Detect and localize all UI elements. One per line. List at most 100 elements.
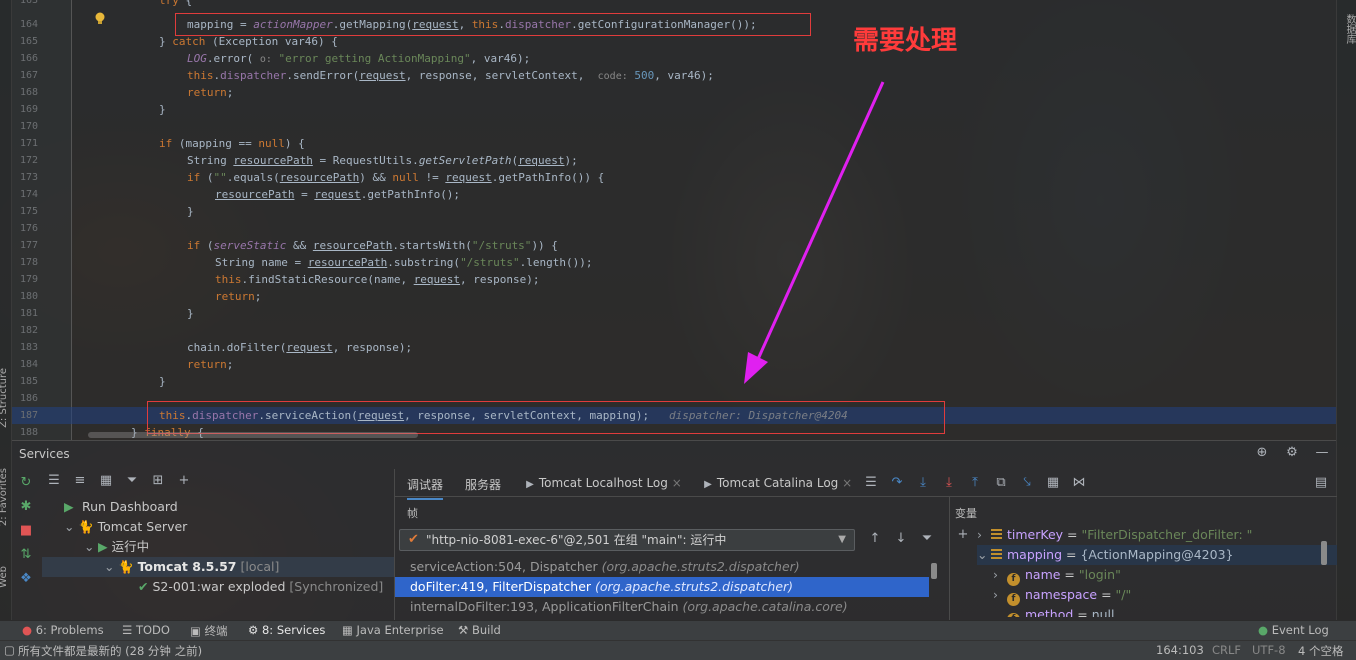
code-line[interactable]: 181}	[12, 305, 1336, 322]
favorites-tab[interactable]: 2: Favorites	[0, 468, 9, 526]
terminal-tab[interactable]: ▣ 终端	[190, 623, 228, 639]
code-line[interactable]: 167 this.dispatcher.sendError(request, re…	[12, 67, 1336, 84]
gear-icon[interactable]: ⚙	[1284, 445, 1300, 461]
step-into-icon[interactable]: ⤓	[915, 475, 931, 491]
status-icon[interactable]: ▢	[4, 643, 15, 657]
editor-horizontal-scrollbar[interactable]	[88, 432, 418, 438]
add-icon[interactable]: +	[955, 527, 971, 543]
chevron-right-icon[interactable]: ›	[993, 585, 1007, 605]
problems-tab[interactable]: ● 6: Problems	[22, 623, 104, 637]
services-tab[interactable]: ⚙ 8: Services	[248, 623, 325, 637]
filter-icon[interactable]: ⏷	[919, 531, 935, 547]
show-execution-point-icon[interactable]: ☰	[863, 475, 879, 491]
frame-item[interactable]: internalDoFilter:193, ApplicationFilterC…	[395, 597, 941, 617]
tab-server[interactable]: 服务器	[465, 476, 501, 493]
new-tab-icon[interactable]: ⊞	[150, 473, 166, 489]
step-over-icon[interactable]: ↷	[889, 475, 905, 491]
tab-debugger[interactable]: 调试器	[407, 476, 444, 500]
variable-row-selected[interactable]: ⌄ mapping = {ActionMapping@4203}	[977, 545, 1337, 565]
arrow-down-icon[interactable]: ↓	[893, 531, 909, 547]
event-log-tab[interactable]: ● Event Log	[1258, 623, 1329, 637]
filter-icon[interactable]: ⏷	[124, 473, 140, 489]
frame-item[interactable]: serviceAction:504, Dispatcher (org.apach…	[395, 557, 941, 577]
tree-node-tomcat-server[interactable]: ⌄ 🐈 Tomcat Server	[64, 517, 187, 537]
structure-tab[interactable]: Z: Structure	[0, 368, 9, 428]
code-area[interactable]: 163 try { 164 mapping = actionMapper.getMa…	[12, 0, 1336, 440]
debug-icon[interactable]: ✱	[18, 499, 34, 515]
code-line[interactable]: 176	[12, 220, 1336, 237]
force-step-into-icon[interactable]: ⤓	[941, 475, 957, 491]
stop-icon[interactable]: ■	[18, 523, 34, 539]
code-line[interactable]: 163 try {	[12, 0, 1336, 9]
code-line[interactable]: 171 if (mapping == null) {	[12, 135, 1336, 152]
thread-selector[interactable]: ✔ "http-nio-8081-exec-6"@2,501 在组 "main"…	[399, 529, 855, 551]
step-out-icon[interactable]: ⤒	[967, 475, 983, 491]
chevron-right-icon[interactable]: ›	[977, 525, 991, 545]
code-line[interactable]: 183 chain.doFilter(request, response);	[12, 339, 1336, 356]
code-line[interactable]: 166 LOG.error( o: "error getting ActionMa…	[12, 50, 1336, 67]
chevron-down-icon[interactable]: ⌄	[104, 557, 118, 577]
lightbulb-icon[interactable]	[94, 12, 106, 26]
trace-icon[interactable]: ⋈	[1071, 475, 1087, 491]
status-message[interactable]: 所有文件都是最新的 (28 分钟 之前)	[18, 643, 202, 659]
group-icon[interactable]: ▦	[98, 473, 114, 489]
update-icon[interactable]: ❖	[18, 571, 34, 587]
chevron-down-icon[interactable]: ⌄	[84, 537, 98, 557]
minimize-icon[interactable]: —	[1314, 445, 1330, 461]
close-icon[interactable]: ×	[672, 476, 682, 490]
crosshair-icon[interactable]: ⊕	[1254, 445, 1270, 461]
arrow-up-icon[interactable]: ↑	[867, 531, 883, 547]
chevron-down-icon[interactable]: ⌄	[64, 517, 78, 537]
java-enterprise-tab[interactable]: ▦ Java Enterprise	[342, 623, 444, 637]
todo-tab[interactable]: ☰ TODO	[122, 623, 170, 637]
line-separator[interactable]: CRLF	[1212, 643, 1241, 657]
variables-scrollbar[interactable]	[1321, 541, 1327, 565]
variable-row[interactable]: › f name = "login"	[977, 565, 1337, 586]
tab-catalina-log[interactable]: ▶ Tomcat Catalina Log ×	[703, 476, 852, 493]
code-line[interactable]: 184 return;	[12, 356, 1336, 373]
code-line[interactable]: 174 resourcePath = request.getPathInfo();	[12, 186, 1336, 203]
file-encoding[interactable]: UTF-8	[1252, 643, 1286, 657]
web-tab[interactable]: Web	[0, 566, 9, 588]
frames-scrollbar[interactable]	[931, 563, 937, 579]
close-icon[interactable]: ×	[842, 476, 852, 490]
indent-setting[interactable]: 4 个空格	[1298, 643, 1343, 659]
drop-frame-icon[interactable]: ⧉	[993, 475, 1009, 491]
code-line[interactable]: 178 String name = resourcePath.substring(…	[12, 254, 1336, 271]
run-to-cursor-icon[interactable]: ⤥	[1019, 475, 1035, 491]
database-tab[interactable]: 数据库	[1342, 14, 1356, 44]
tree-node-tomcat-instance[interactable]: ⌄ 🐈 Tomcat 8.5.57 [local]	[42, 557, 394, 577]
expand-all-icon[interactable]: ☰	[46, 473, 62, 489]
chevron-right-icon[interactable]: ›	[993, 565, 1007, 585]
code-line[interactable]: 177 if (serveStatic && resourcePath.start…	[12, 237, 1336, 254]
code-line[interactable]: 182	[12, 322, 1336, 339]
deploy-icon[interactable]: ⇅	[18, 547, 34, 563]
pane-divider[interactable]	[949, 497, 950, 621]
tab-localhost-log[interactable]: ▶ Tomcat Localhost Log ×	[525, 476, 682, 493]
variable-row[interactable]: f method = null	[977, 605, 1337, 617]
code-line[interactable]: 172 String resourcePath = RequestUtils.ge…	[12, 152, 1336, 169]
code-line[interactable]: 179 this.findStaticResource(name, request…	[12, 271, 1336, 288]
layout-icon[interactable]: ▤	[1313, 475, 1329, 491]
tree-node-running[interactable]: ⌄ ▶ 运行中	[84, 537, 149, 557]
code-line[interactable]: 170	[12, 118, 1336, 135]
collapse-all-icon[interactable]: ≡	[72, 473, 88, 489]
code-line[interactable]: 175}	[12, 203, 1336, 220]
add-icon[interactable]: +	[176, 473, 192, 489]
code-line[interactable]: 169}	[12, 101, 1336, 118]
frame-item-selected[interactable]: doFilter:419, FilterDispatcher (org.apac…	[395, 577, 929, 597]
tree-node-artifact[interactable]: ✔ S2-001:war exploded [Synchronized]	[138, 577, 383, 597]
build-tab[interactable]: ⚒ Build	[458, 623, 501, 637]
evaluate-icon[interactable]: ▦	[1045, 475, 1061, 491]
rerun-icon[interactable]: ↻	[18, 475, 34, 491]
chevron-down-icon[interactable]: ⌄	[977, 545, 991, 565]
variable-row[interactable]: › timerKey = "FilterDispatcher_doFilter: …	[977, 525, 1337, 545]
code-line[interactable]: 168 return;	[12, 84, 1336, 101]
code-line[interactable]: 173 if ("".equals(resourcePath) && null !…	[12, 169, 1336, 186]
tree-node-run-dashboard[interactable]: ▶ Run Dashboard	[64, 497, 178, 517]
code-editor[interactable]: 163 try { 164 mapping = actionMapper.getMa…	[12, 0, 1336, 440]
code-line[interactable]: 180 return;	[12, 288, 1336, 305]
variable-row[interactable]: › f namespace = "/"	[977, 585, 1337, 606]
code-line[interactable]: 185}	[12, 373, 1336, 390]
caret-position[interactable]: 164:103	[1156, 643, 1204, 657]
